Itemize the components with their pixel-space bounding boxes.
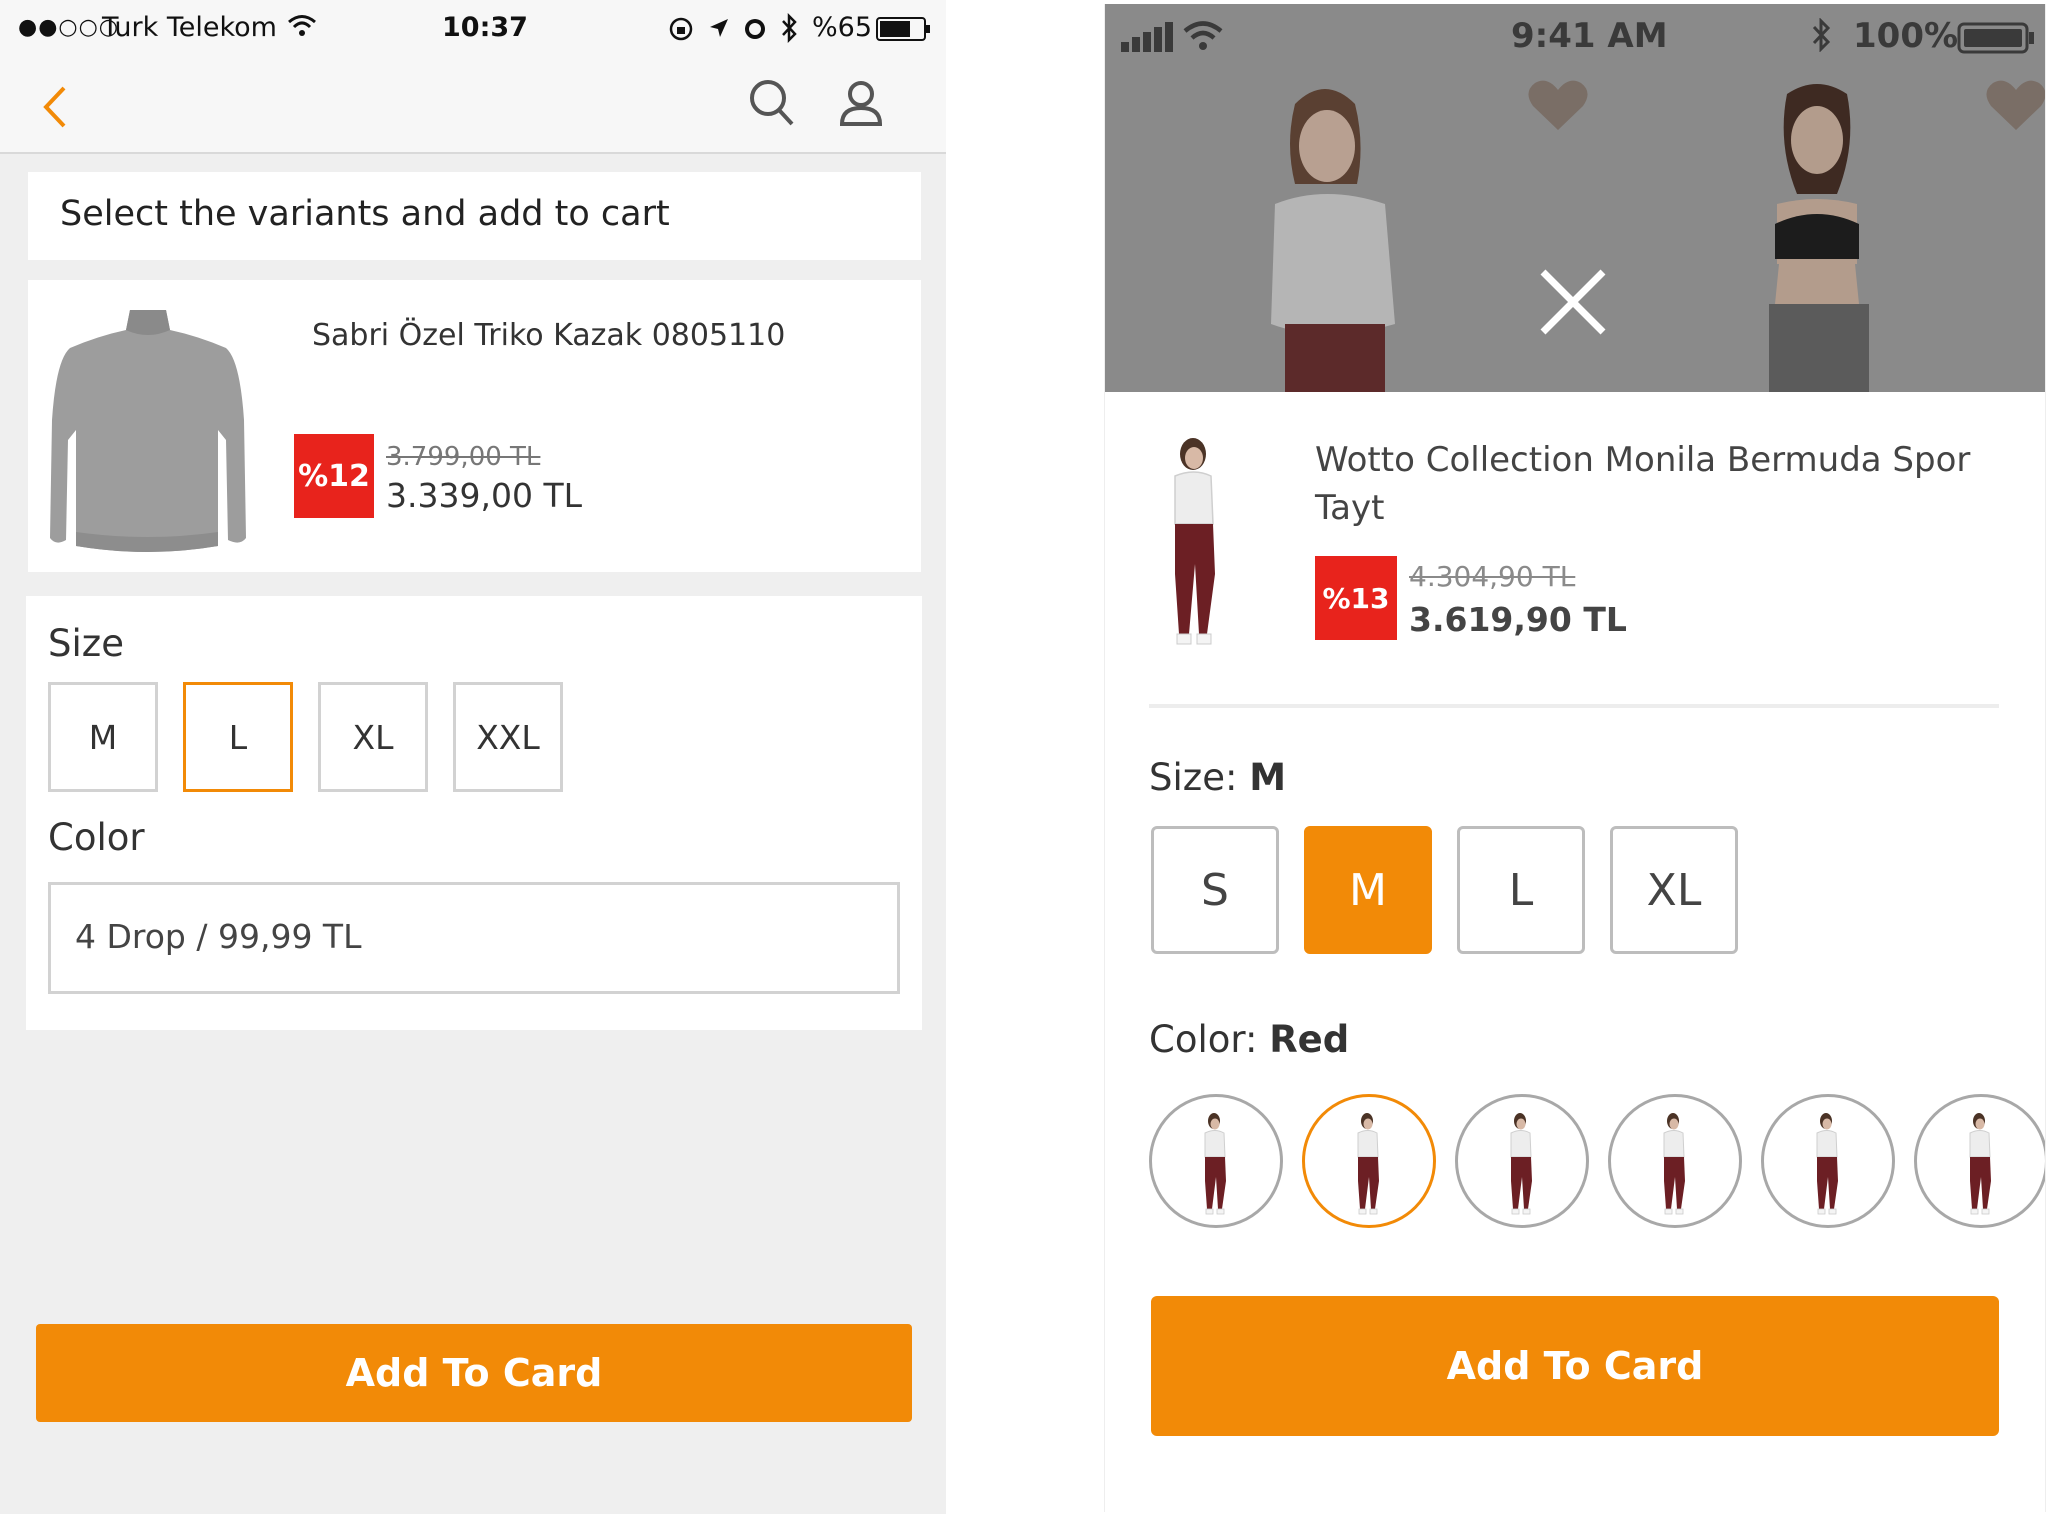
image-overlay: 9:41 AM 100%: [1105, 4, 2045, 392]
swatch-model-image: [1204, 1113, 1226, 1215]
size-option-m[interactable]: M: [48, 682, 158, 792]
battery-percent: 100%: [1853, 16, 1959, 56]
signal-bars-icon: [1121, 22, 1175, 56]
add-to-cart-button[interactable]: Add To Card: [36, 1324, 912, 1422]
battery-icon: [876, 17, 932, 45]
divider: [1149, 704, 1999, 708]
user-icon[interactable]: [838, 78, 884, 132]
size-heading: Size: M: [1149, 756, 1286, 799]
size-label: Size:: [1149, 756, 1238, 799]
product-card: Sabri Özel Triko Kazak 0805110 %12 3.799…: [28, 280, 921, 572]
color-swatch[interactable]: [1302, 1094, 1436, 1228]
product-name-line2: Tayt: [1315, 488, 1385, 528]
color-heading: Color: Red: [1149, 1018, 1349, 1061]
left-phone-screen: ●●○○○ Turk Telekom 10:37 %65 Select the …: [0, 0, 946, 1514]
swatch-model-image: [1816, 1113, 1838, 1215]
size-option-xl[interactable]: XL: [1610, 826, 1738, 954]
size-label: Size: [48, 622, 124, 665]
product-name-line1: Wotto Collection Monila Bermuda Spor: [1315, 440, 1971, 480]
model-image-right: [1717, 84, 1917, 392]
swatch-model-image: [1663, 1113, 1685, 1215]
carrier-name: Turk Telekom: [102, 12, 277, 43]
current-price: 3.619,90 TL: [1409, 600, 1627, 639]
back-chevron-icon[interactable]: [40, 84, 70, 134]
discount-badge: %13: [1315, 556, 1397, 640]
color-swatch[interactable]: [1455, 1094, 1589, 1228]
product-image-sweater: [48, 300, 248, 555]
rotation-lock-icon: [668, 16, 694, 46]
header-card: Select the variants and add to cart: [28, 172, 921, 260]
color-select-value: 4 Drop / 99,99 TL: [75, 917, 362, 956]
right-phone-screen: 9:41 AM 100% Wotto Collection Monila Ber…: [1104, 4, 2046, 1512]
page-instruction: Select the variants and add to cart: [60, 194, 670, 234]
favorite-heart-icon-2[interactable]: [1985, 78, 2045, 136]
variants-card: Size M L XL XXL Color 4 Drop / 99,99 TL: [26, 596, 922, 1030]
old-price: 4.304,90 TL: [1409, 560, 1576, 593]
alarm-icon: [742, 15, 768, 45]
size-option-xl[interactable]: XL: [318, 682, 428, 792]
swatch-model-image: [1969, 1113, 1991, 1215]
add-to-cart-button[interactable]: Add To Card: [1151, 1296, 1999, 1436]
color-label: Color:: [1149, 1018, 1258, 1061]
close-icon[interactable]: [1537, 266, 1609, 342]
favorite-heart-icon[interactable]: [1527, 78, 1589, 136]
battery-percent: %65: [812, 12, 873, 43]
size-option-xxl[interactable]: XXL: [453, 682, 563, 792]
discount-badge: %12: [294, 434, 374, 518]
color-label: Color: [48, 816, 145, 859]
wifi-icon: [1183, 20, 1223, 56]
size-option-s[interactable]: S: [1151, 826, 1279, 954]
color-swatch[interactable]: [1608, 1094, 1742, 1228]
product-thumbnail: [1149, 434, 1239, 654]
color-swatch[interactable]: [1914, 1094, 2045, 1228]
bluetooth-icon: [780, 12, 798, 47]
bluetooth-icon: [1811, 17, 1831, 56]
size-option-m[interactable]: M: [1304, 826, 1432, 954]
product-name: Sabri Özel Triko Kazak 0805110: [312, 318, 786, 353]
old-price: 3.799,00 TL: [386, 442, 541, 472]
model-image-left: [1245, 84, 1425, 392]
wifi-icon: [287, 14, 317, 42]
color-select-field[interactable]: 4 Drop / 99,99 TL: [48, 882, 900, 994]
nav-bar: [0, 62, 946, 154]
location-arrow-icon: [708, 17, 730, 43]
size-option-l[interactable]: L: [183, 682, 293, 792]
color-swatch[interactable]: [1761, 1094, 1895, 1228]
search-icon[interactable]: [748, 78, 796, 132]
status-time: 10:37: [442, 12, 528, 43]
battery-icon: [1957, 22, 2037, 58]
size-selected-value: M: [1249, 756, 1287, 799]
swatch-model-image: [1357, 1113, 1379, 1215]
status-time: 9:41 AM: [1511, 16, 1668, 56]
swatch-model-image: [1510, 1113, 1532, 1215]
color-selected-value: Red: [1269, 1018, 1350, 1061]
current-price: 3.339,00 TL: [386, 476, 582, 515]
status-bar: ●●○○○ Turk Telekom 10:37 %65: [0, 0, 946, 62]
color-swatch[interactable]: [1149, 1094, 1283, 1228]
size-option-l[interactable]: L: [1457, 826, 1585, 954]
